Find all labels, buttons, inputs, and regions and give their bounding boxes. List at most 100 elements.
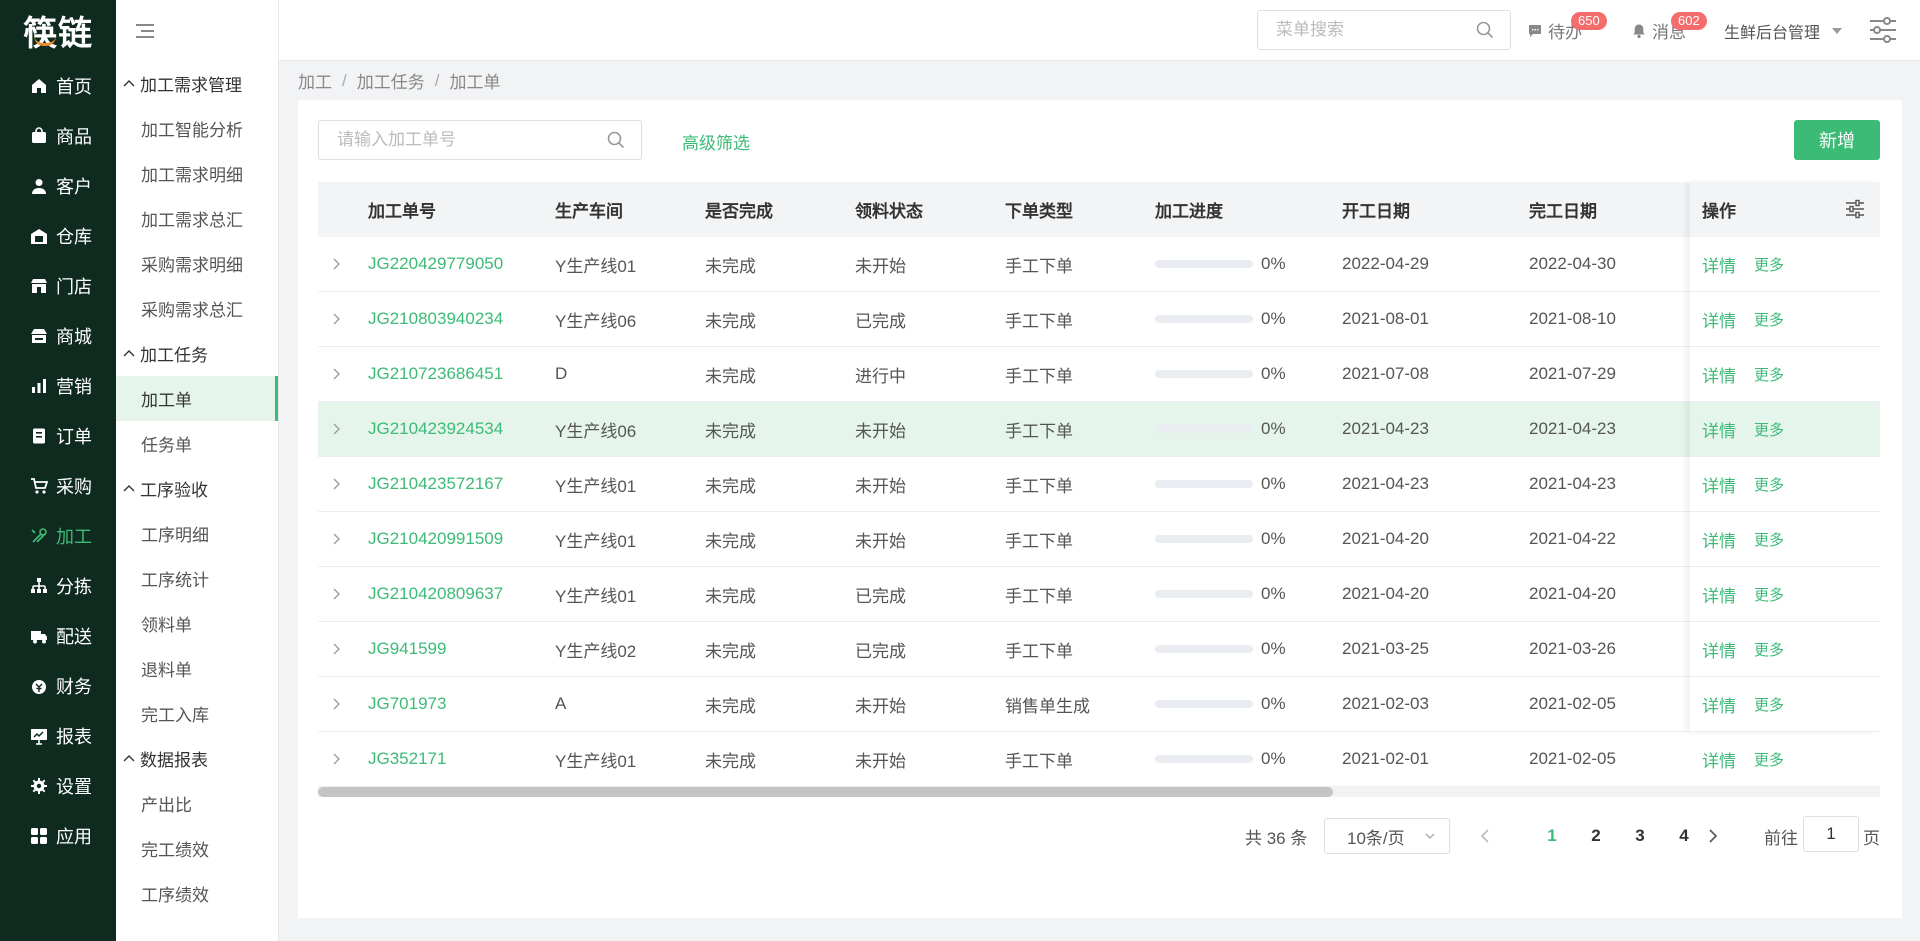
goto-page-input[interactable] <box>1803 816 1859 852</box>
page-number-button[interactable]: 3 <box>1625 818 1655 854</box>
expand-row-button[interactable] <box>332 292 346 346</box>
nav-item-tools[interactable]: 加工 <box>0 511 116 561</box>
nav-item-apps[interactable]: 应用 <box>0 811 116 861</box>
nav-item-warehouse[interactable]: 仓库 <box>0 211 116 261</box>
column-settings-icon[interactable] <box>1844 198 1866 220</box>
advanced-filter-link[interactable]: 高级筛选 <box>682 129 750 154</box>
table-row[interactable]: JG220429779050 Y生产线01 未完成 未开始 手工下单 0% 2022-04-… <box>318 237 1880 292</box>
sub-nav-item[interactable]: 采购需求总汇 <box>116 286 278 331</box>
more-link[interactable]: 更多 <box>1754 584 1784 605</box>
nav-item-home[interactable]: 首页 <box>0 61 116 111</box>
page-number-button[interactable]: 1 <box>1537 818 1567 854</box>
brand-logo[interactable]: 筷链 <box>0 0 116 61</box>
detail-link[interactable]: 详情 <box>1702 527 1736 552</box>
detail-link[interactable]: 详情 <box>1702 692 1736 717</box>
collapse-menu-button[interactable] <box>116 0 278 61</box>
detail-link[interactable]: 详情 <box>1702 252 1736 277</box>
nav-item-cart[interactable]: 采购 <box>0 461 116 511</box>
add-button[interactable]: 新增 <box>1794 120 1880 160</box>
order-no-link[interactable]: JG210423924534 <box>368 419 503 439</box>
sub-nav-item[interactable]: 工序统计 <box>116 556 278 601</box>
detail-link[interactable]: 详情 <box>1702 307 1736 332</box>
sub-nav-item[interactable]: 工序绩效 <box>116 871 278 916</box>
order-search-input[interactable] <box>337 130 607 150</box>
breadcrumb-item-tasks[interactable]: 加工任务 <box>357 68 425 93</box>
order-no-link[interactable]: JG352171 <box>368 749 446 769</box>
more-link[interactable]: 更多 <box>1754 474 1784 495</box>
nav-item-bag[interactable]: 商品 <box>0 111 116 161</box>
nav-item-order[interactable]: 订单 <box>0 411 116 461</box>
table-row[interactable]: JG210420991509 Y生产线01 未完成 未开始 手工下单 0% 2021-04-… <box>318 512 1880 567</box>
expand-row-button[interactable] <box>332 567 346 621</box>
nav-item-gear[interactable]: 设置 <box>0 761 116 811</box>
expand-row-button[interactable] <box>332 512 346 566</box>
detail-link[interactable]: 详情 <box>1702 582 1736 607</box>
more-link[interactable]: 更多 <box>1754 419 1784 440</box>
order-no-link[interactable]: JG701973 <box>368 694 446 714</box>
page-number-button[interactable]: 4 <box>1669 818 1699 854</box>
order-no-link[interactable]: JG220429779050 <box>368 254 503 274</box>
table-row[interactable]: JG210723686451 D 未完成 进行中 手工下单 0% 2021-07-08 202… <box>318 347 1880 402</box>
sub-nav-group[interactable]: 加工需求管理 <box>116 61 278 106</box>
nav-item-report[interactable]: 报表 <box>0 711 116 761</box>
table-row[interactable]: JG210803940234 Y生产线06 未完成 已完成 手工下单 0% 2021-08-… <box>318 292 1880 347</box>
scrollbar-thumb[interactable] <box>318 787 1333 797</box>
expand-row-button[interactable] <box>332 457 346 511</box>
sub-nav-item[interactable]: 采购需求明细 <box>116 241 278 286</box>
nav-item-store[interactable]: 门店 <box>0 261 116 311</box>
sub-nav-item[interactable]: 加工单 <box>116 376 278 421</box>
sub-nav-item[interactable]: 加工需求明细 <box>116 151 278 196</box>
order-no-link[interactable]: JG210420809637 <box>368 584 503 604</box>
order-no-link[interactable]: JG210803940234 <box>368 309 503 329</box>
order-no-link[interactable]: JG210423572167 <box>368 474 503 494</box>
sub-nav-item[interactable]: 领料单 <box>116 601 278 646</box>
next-page-button[interactable] <box>1698 818 1728 854</box>
expand-row-button[interactable] <box>332 237 346 291</box>
table-row[interactable]: JG210423572167 Y生产线01 未完成 未开始 手工下单 0% 2021-04-… <box>318 457 1880 512</box>
table-row[interactable]: JG210423924534 Y生产线06 未完成 未开始 手工下单 0% 2021-04-… <box>318 402 1880 457</box>
page-number-button[interactable]: 2 <box>1581 818 1611 854</box>
nav-item-user[interactable]: 客户 <box>0 161 116 211</box>
sub-nav-group[interactable]: 工序验收 <box>116 466 278 511</box>
expand-row-button[interactable] <box>332 732 346 786</box>
detail-link[interactable]: 详情 <box>1702 417 1736 442</box>
sub-nav-group[interactable]: 数据报表 <box>116 736 278 781</box>
table-row[interactable]: JG352171 Y生产线01 未完成 未开始 手工下单 0% 2021-02-01 2021… <box>318 732 1880 787</box>
page-size-select[interactable]: 10条/页 <box>1324 818 1450 854</box>
sub-nav-item[interactable]: 工序明细 <box>116 511 278 556</box>
sliders-icon[interactable] <box>1867 14 1899 46</box>
expand-row-button[interactable] <box>332 622 346 676</box>
table-row[interactable]: JG701973 A 未完成 未开始 销售单生成 0% 2021-02-03 2021-02-… <box>318 677 1880 732</box>
expand-row-button[interactable] <box>332 402 346 456</box>
order-no-link[interactable]: JG210420991509 <box>368 529 503 549</box>
more-link[interactable]: 更多 <box>1754 309 1784 330</box>
sub-nav-item[interactable]: 任务单 <box>116 421 278 466</box>
sub-nav-item[interactable]: 加工需求总汇 <box>116 196 278 241</box>
more-link[interactable]: 更多 <box>1754 639 1784 660</box>
sub-nav-group[interactable]: 加工任务 <box>116 331 278 376</box>
expand-row-button[interactable] <box>332 677 346 731</box>
more-link[interactable]: 更多 <box>1754 364 1784 385</box>
sub-nav-item[interactable]: 完工入库 <box>116 691 278 736</box>
nav-item-sort[interactable]: 分拣 <box>0 561 116 611</box>
nav-item-truck[interactable]: 配送 <box>0 611 116 661</box>
horizontal-scrollbar[interactable] <box>318 787 1880 797</box>
sub-nav-item[interactable]: 产出比 <box>116 781 278 826</box>
expand-row-button[interactable] <box>332 347 346 401</box>
nav-item-money[interactable]: 财务 <box>0 661 116 711</box>
menu-search-input[interactable] <box>1276 20 1476 40</box>
prev-page-button[interactable] <box>1470 818 1500 854</box>
table-row[interactable]: JG941599 Y生产线02 未完成 已完成 手工下单 0% 2021-03-25 2021… <box>318 622 1880 677</box>
search-icon[interactable] <box>607 131 625 149</box>
detail-link[interactable]: 详情 <box>1702 472 1736 497</box>
user-menu[interactable]: 生鲜后台管理 <box>1724 19 1843 43</box>
more-link[interactable]: 更多 <box>1754 529 1784 550</box>
detail-link[interactable]: 详情 <box>1702 637 1736 662</box>
nav-item-chart[interactable]: 营销 <box>0 361 116 411</box>
detail-link[interactable]: 详情 <box>1702 747 1736 772</box>
table-row[interactable]: JG210420809637 Y生产线01 未完成 已完成 手工下单 0% 2021-04-… <box>318 567 1880 622</box>
sub-nav-item[interactable]: 完工绩效 <box>116 826 278 871</box>
order-no-link[interactable]: JG210723686451 <box>368 364 503 384</box>
message-link[interactable]: 消息 602 <box>1631 12 1707 43</box>
more-link[interactable]: 更多 <box>1754 254 1784 275</box>
